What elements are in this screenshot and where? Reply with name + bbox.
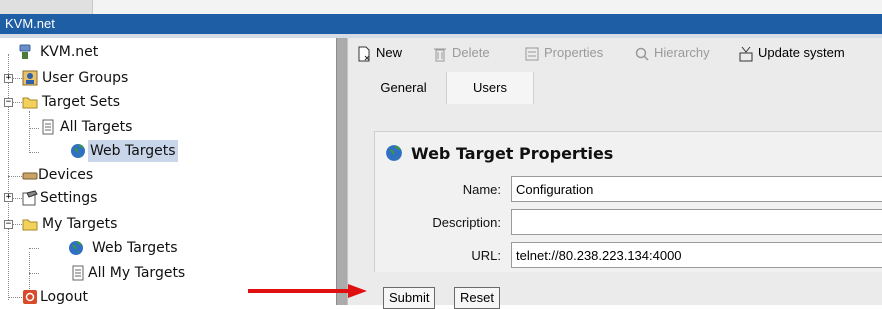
list-icon (72, 265, 84, 281)
new-button[interactable]: New (356, 38, 402, 68)
globe-icon (69, 241, 83, 255)
web-target-properties-panel: Web Target Properties Name: Description:… (374, 131, 882, 272)
tab-users[interactable]: Users (446, 72, 534, 104)
url-label: URL: (471, 248, 501, 263)
red-arrow-annotation (248, 284, 367, 298)
settings-icon (22, 190, 38, 206)
folder-open-icon (22, 97, 38, 109)
toolbar: New Delete Properties Hierarchy Update s… (348, 38, 882, 68)
tab-general[interactable]: General (366, 72, 441, 104)
description-field[interactable] (511, 209, 882, 235)
expand-settings-toggle[interactable]: + (4, 193, 13, 202)
update-icon (739, 46, 753, 62)
top-strip (0, 0, 882, 14)
content-pane: New Delete Properties Hierarchy Update s… (348, 38, 882, 309)
properties-button[interactable]: Properties (524, 38, 603, 68)
magnifier-icon (635, 47, 649, 61)
list-icon (42, 119, 54, 135)
properties-icon (525, 47, 539, 61)
update-system-button[interactable]: Update system (738, 38, 845, 68)
globe-icon (386, 145, 402, 161)
navigation-tree: KVM.net + User Groups − Target Sets All … (0, 38, 336, 305)
name-field[interactable] (511, 176, 882, 202)
reset-button[interactable]: Reset (454, 287, 500, 309)
collapse-target-sets-toggle[interactable]: − (4, 98, 13, 107)
submit-button[interactable]: Submit (383, 287, 436, 309)
root-node-icon (19, 44, 31, 59)
hierarchy-button[interactable]: Hierarchy (634, 38, 710, 68)
new-document-icon (358, 46, 370, 62)
collapse-my-targets-toggle[interactable]: − (4, 220, 13, 229)
folder-open-icon (22, 219, 38, 231)
logout-icon (23, 290, 37, 304)
globe-icon (71, 144, 85, 158)
trash-icon (434, 48, 446, 62)
splitter[interactable] (336, 38, 348, 305)
window-title: KVM.net (0, 14, 882, 34)
name-label: Name: (462, 182, 501, 197)
url-field[interactable] (511, 242, 882, 268)
delete-button[interactable]: Delete (432, 38, 490, 68)
expand-user-groups-toggle[interactable]: + (4, 74, 13, 83)
user-groups-icon (22, 70, 38, 86)
window-tab[interactable] (0, 0, 93, 14)
description-label: Description: (432, 215, 501, 230)
panel-title: Web Target Properties (385, 144, 613, 163)
